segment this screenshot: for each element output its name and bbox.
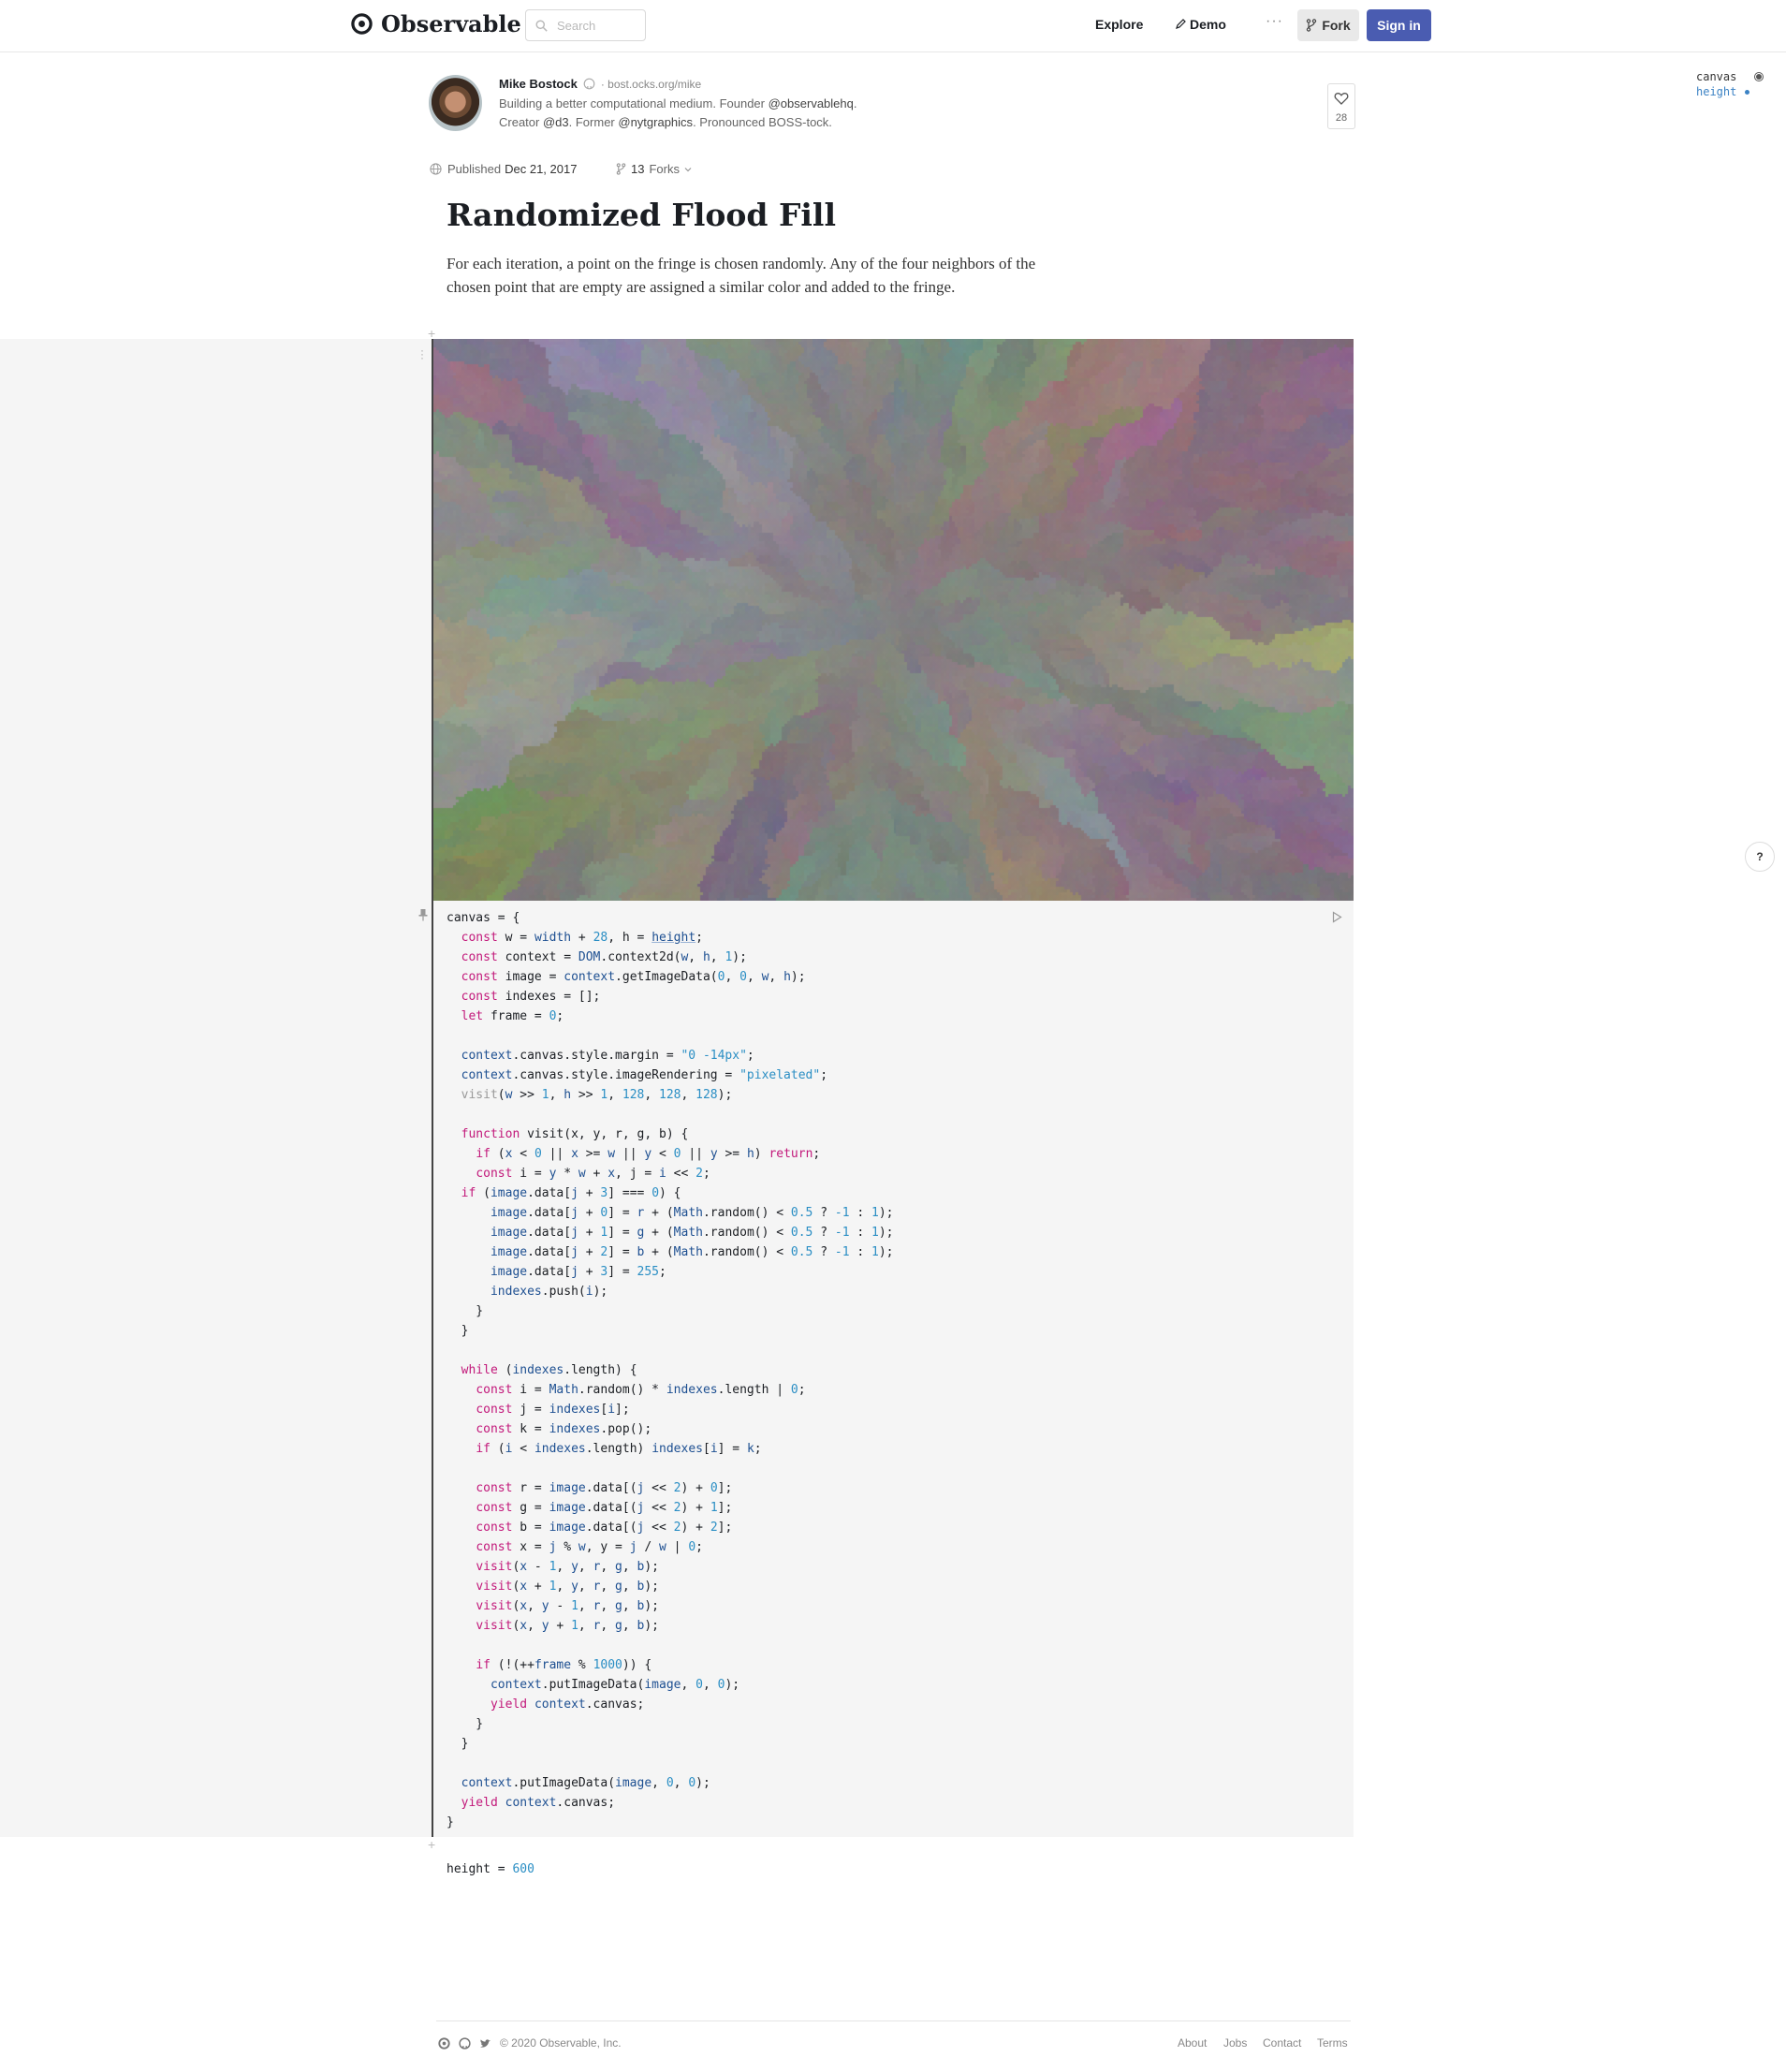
observable-logo[interactable]: Observable <box>351 10 521 37</box>
minimap-dot-height <box>1745 90 1749 95</box>
cell-menu-handle[interactable]: · · · <box>420 348 424 360</box>
more-menu-button[interactable]: ··· <box>1266 13 1283 30</box>
nytgraphics-link[interactable]: @nytgraphics <box>618 115 693 129</box>
observable-logo-icon <box>351 13 373 35</box>
author-bio: Building a better computational medium. … <box>499 95 930 132</box>
help-button[interactable]: ? <box>1745 842 1775 872</box>
pin-icon[interactable] <box>418 908 428 921</box>
footer-link-contact[interactable]: Contact <box>1263 2036 1301 2050</box>
footer-link-about[interactable]: About <box>1178 2036 1207 2050</box>
height-cell-name: height = <box>446 1862 512 1876</box>
footer-link-terms[interactable]: Terms <box>1317 2036 1348 2050</box>
search-input[interactable] <box>555 18 643 34</box>
run-cell-icon[interactable] <box>1332 911 1342 923</box>
twitter-icon[interactable] <box>479 2037 491 2050</box>
sign-in-button[interactable]: Sign in <box>1367 9 1431 41</box>
code-cell-canvas[interactable]: canvas = { const w = width + 28, h = hei… <box>446 908 894 1832</box>
d3-link[interactable]: @d3 <box>543 115 569 129</box>
minimap-item-canvas[interactable]: canvas <box>1696 69 1736 84</box>
footer-link-jobs[interactable]: Jobs <box>1223 2036 1247 2050</box>
brand-name: Observable <box>381 10 521 37</box>
author-avatar[interactable] <box>429 75 482 131</box>
like-button[interactable]: 28 <box>1327 83 1355 129</box>
chevron-down-icon <box>684 167 692 172</box>
fork-icon <box>616 163 626 175</box>
author-site-link[interactable]: · bost.ocks.org/mike <box>601 78 701 91</box>
observablehq-link[interactable]: @observablehq <box>769 96 854 110</box>
intro-paragraph: For each iteration, a point on the fring… <box>446 252 1055 299</box>
flood-fill-canvas-output <box>433 339 1354 901</box>
nav-demo-link[interactable]: Demo <box>1175 17 1226 32</box>
observable-logo-icon[interactable] <box>438 2037 450 2050</box>
author-header: Mike Bostock · bost.ocks.org/mike <box>499 77 701 91</box>
like-count: 28 <box>1336 112 1347 124</box>
fork-button[interactable]: Fork <box>1297 9 1359 41</box>
published-date: Dec 21, 2017 <box>505 162 577 176</box>
heart-icon <box>1334 91 1349 106</box>
forks-count: 13 <box>631 162 644 176</box>
nav-explore-link[interactable]: Explore <box>1095 17 1143 32</box>
cell-minimap: canvas height <box>1696 69 1736 99</box>
fork-icon <box>1306 19 1317 32</box>
code-cell-height[interactable]: height = 600 <box>446 1859 534 1879</box>
forks-label: Forks <box>649 162 680 176</box>
minimap-dot-canvas <box>1756 74 1762 80</box>
forks-dropdown[interactable]: 13 Forks <box>616 162 692 176</box>
search-icon <box>535 20 548 32</box>
height-cell-value: 600 <box>512 1862 534 1876</box>
top-navigation-bar: Observable Explore Demo ··· Fork Sign in <box>0 0 1786 52</box>
minimap-item-height[interactable]: height <box>1696 84 1736 99</box>
pen-icon <box>1175 19 1186 30</box>
copyright-text: © 2020 Observable, Inc. <box>500 2036 622 2050</box>
page-title: Randomized Flood Fill <box>446 197 836 233</box>
github-icon[interactable] <box>583 78 595 90</box>
globe-icon <box>430 163 442 175</box>
published-info: Published Dec 21, 2017 <box>430 162 577 176</box>
nav-demo-label: Demo <box>1190 17 1226 32</box>
footer-left: © 2020 Observable, Inc. <box>438 2036 622 2050</box>
search-box[interactable] <box>525 9 646 41</box>
github-icon[interactable] <box>459 2037 471 2050</box>
add-cell-button[interactable]: + <box>428 1837 435 1852</box>
published-label: Published <box>447 162 501 176</box>
fork-button-label: Fork <box>1322 18 1350 33</box>
author-name-link[interactable]: Mike Bostock <box>499 77 578 91</box>
